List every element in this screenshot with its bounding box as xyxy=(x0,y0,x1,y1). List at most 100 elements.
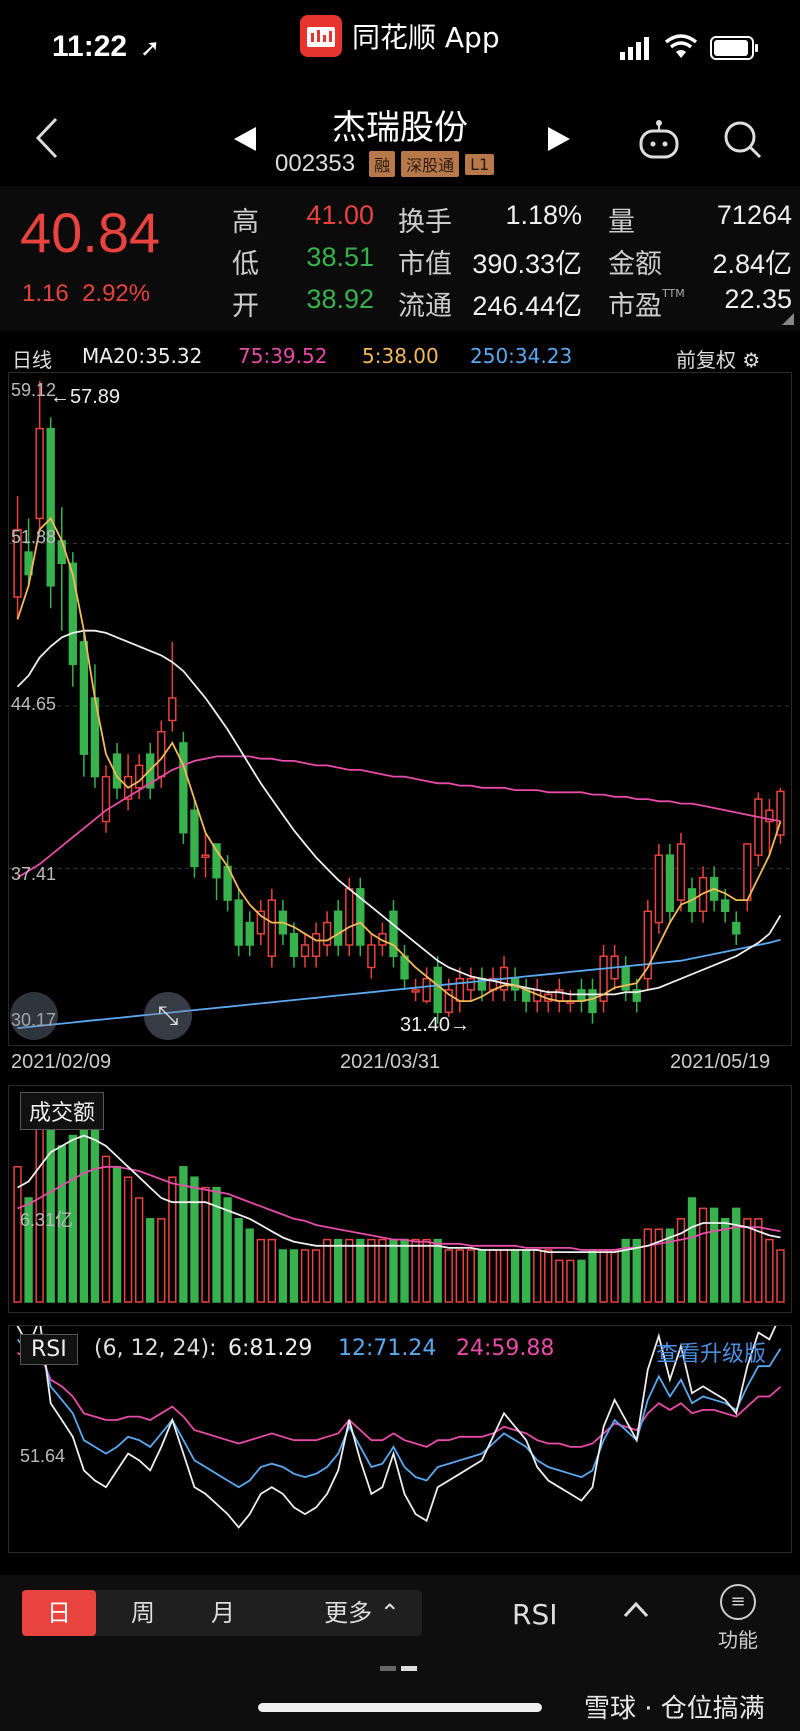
volume-chart[interactable] xyxy=(9,1086,789,1310)
tag-level: L1 xyxy=(465,153,495,175)
rsi-tick: 51.64 xyxy=(20,1446,66,1466)
wifi-icon xyxy=(664,34,698,64)
candle-body xyxy=(168,697,177,722)
volume-bar xyxy=(245,1228,254,1303)
volume-bar xyxy=(566,1259,575,1303)
tab-week[interactable]: 周 xyxy=(106,1590,180,1636)
candle-body xyxy=(389,910,398,957)
kline-chart[interactable] xyxy=(9,373,789,1043)
label-low: 低 xyxy=(232,249,259,280)
candle-body xyxy=(732,921,741,935)
date-end: 2021/05/19 xyxy=(670,1051,771,1073)
indicator-selector[interactable]: RSI xyxy=(512,1598,558,1631)
candle-body xyxy=(267,899,277,957)
volume-bar xyxy=(46,1103,55,1303)
volume-bar xyxy=(665,1228,675,1303)
volume-bar xyxy=(345,1238,354,1303)
candle-body xyxy=(134,764,144,789)
volume-bar xyxy=(134,1197,144,1303)
candle-body xyxy=(46,427,55,587)
max-annotation: ←57.89 xyxy=(50,386,121,408)
volume-bar xyxy=(488,1249,498,1303)
candle-body xyxy=(179,742,188,834)
volume-bar xyxy=(322,1238,332,1303)
rsi-title[interactable]: RSI xyxy=(20,1334,78,1365)
value-open: 38.92 xyxy=(306,284,374,314)
period-label: 日线 xyxy=(12,348,52,372)
volume-bar xyxy=(555,1259,564,1303)
expand-icon[interactable]: ⤡ xyxy=(144,992,192,1040)
label-volume: 量 xyxy=(608,207,635,238)
volume-bar xyxy=(311,1249,321,1303)
volume-bar xyxy=(765,1238,774,1303)
stock-code-row: 002353 融 深股通 L1 xyxy=(275,150,495,178)
volume-bar xyxy=(179,1166,188,1303)
label-pe: 市盈TTM xyxy=(608,284,685,323)
candle-body xyxy=(190,809,199,868)
min-annotation: 31.40→ xyxy=(400,1014,471,1036)
stock-code: 002353 xyxy=(275,150,356,177)
volume-bar xyxy=(732,1207,741,1303)
volume-bar xyxy=(422,1238,431,1303)
function-label: 功能 xyxy=(718,1628,758,1652)
value-low: 38.51 xyxy=(306,242,374,272)
volume-bar xyxy=(544,1249,553,1303)
volume-bar xyxy=(389,1238,398,1303)
ma-legend: 日线 MA20:35.32 75:39.52 5:38.00 250:34.23… xyxy=(0,340,800,376)
ma250-value: 250:34.23 xyxy=(470,344,573,368)
volume-bar xyxy=(157,1218,166,1303)
volume-bar xyxy=(477,1249,487,1303)
candle-body xyxy=(322,921,332,946)
y-tick-3: 44.65 xyxy=(11,694,57,714)
change-amount: 1.16 xyxy=(22,280,69,307)
candle-body xyxy=(654,854,664,924)
volume-title[interactable]: 成交额 xyxy=(20,1092,105,1130)
candle-body xyxy=(234,899,243,946)
y-tick-2: 51.88 xyxy=(11,527,57,547)
adjust-toggle[interactable]: 前复权 ⚙ xyxy=(676,344,760,373)
ma5-value: 5:38.00 xyxy=(362,344,439,368)
clock: 11:22 xyxy=(52,30,128,63)
app-indicator[interactable]: 同花顺 App xyxy=(300,12,500,60)
volume-bar xyxy=(499,1249,509,1303)
ma75-value: 75:39.52 xyxy=(238,344,328,368)
status-bar: 11:22 ➚ 同花顺 App xyxy=(0,0,800,95)
fullscreen-button[interactable] xyxy=(10,992,58,1040)
tab-day[interactable]: 日 xyxy=(22,1590,96,1636)
rsi24-value: 24:59.88 xyxy=(456,1336,555,1361)
expand-quote-icon[interactable] xyxy=(782,310,794,329)
volume-bar xyxy=(433,1238,442,1303)
tab-month[interactable]: 月 xyxy=(186,1590,260,1636)
volume-bar xyxy=(400,1238,409,1303)
candle-body xyxy=(721,899,730,913)
watermark: 雪球 · 仓位搞满 xyxy=(584,1694,765,1724)
candle-body xyxy=(422,977,431,1002)
value-high: 41.00 xyxy=(306,200,374,230)
page-dots xyxy=(380,1656,418,1675)
volume-bar xyxy=(146,1218,155,1303)
candle-body xyxy=(743,843,752,901)
upgrade-link[interactable]: 查看升级版 xyxy=(656,1336,766,1368)
candle-body xyxy=(754,798,763,856)
signal-icon xyxy=(620,36,656,64)
value-amount: 2.84亿 xyxy=(712,249,792,279)
volume-bar xyxy=(687,1197,697,1303)
volume-bar xyxy=(610,1249,619,1303)
indicator-chevron-icon[interactable] xyxy=(622,1600,650,1624)
value-market-cap: 390.33亿 xyxy=(472,249,582,279)
volume-bar xyxy=(743,1218,752,1303)
volume-bar xyxy=(168,1176,177,1303)
tab-more[interactable]: 更多 ⌃ xyxy=(312,1590,412,1636)
y-tick-4: 37.41 xyxy=(11,864,57,884)
volume-bar xyxy=(643,1228,652,1303)
candle-body xyxy=(345,888,354,946)
ma20-line xyxy=(16,629,782,996)
volume-bar xyxy=(223,1197,232,1303)
volume-bar xyxy=(256,1238,265,1303)
change-percent: 2.92% xyxy=(82,280,151,307)
volume-bar xyxy=(721,1218,730,1303)
volume-bar xyxy=(444,1249,453,1303)
candle-body xyxy=(577,989,586,1002)
volume-bar xyxy=(533,1249,542,1303)
function-button[interactable]: ≡ 功能 xyxy=(716,1584,760,1653)
